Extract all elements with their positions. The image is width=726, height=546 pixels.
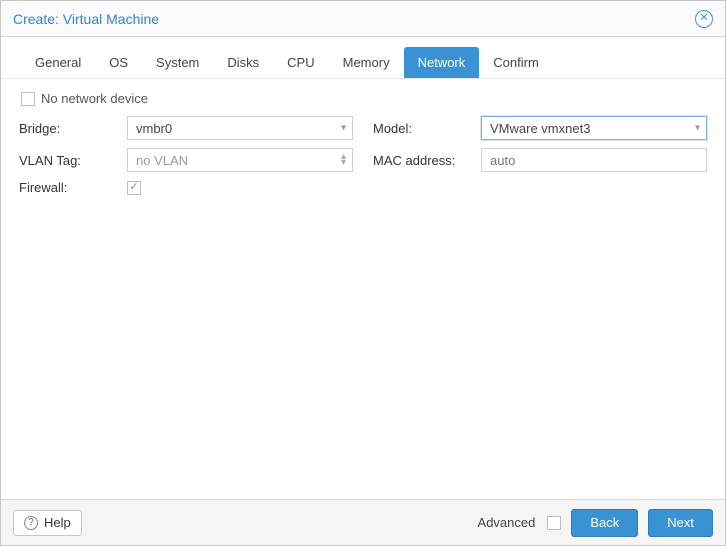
dialog-window: Create: Virtual Machine ✕ General OS Sys… xyxy=(0,0,726,546)
tab-cpu[interactable]: CPU xyxy=(273,47,328,78)
no-network-label: No network device xyxy=(41,91,148,106)
vlan-row: VLAN Tag: no VLAN ▴▾ xyxy=(19,148,353,172)
mac-label: MAC address: xyxy=(373,153,475,168)
tab-memory[interactable]: Memory xyxy=(329,47,404,78)
bridge-select[interactable]: vmbr0 ▾ xyxy=(127,116,353,140)
model-value: VMware vmxnet3 xyxy=(490,121,590,136)
footer: ? Help Advanced Back Next xyxy=(1,499,725,545)
next-button[interactable]: Next xyxy=(648,509,713,537)
advanced-label: Advanced xyxy=(478,515,536,530)
bridge-label: Bridge: xyxy=(19,121,121,136)
chevron-down-icon: ▾ xyxy=(341,123,346,134)
window-title: Create: Virtual Machine xyxy=(13,11,159,27)
advanced-checkbox[interactable] xyxy=(547,516,561,530)
vlan-placeholder: no VLAN xyxy=(136,153,188,168)
help-button[interactable]: ? Help xyxy=(13,510,82,536)
tab-content: No network device Bridge: vmbr0 ▾ VLAN T… xyxy=(1,79,725,499)
no-network-checkbox[interactable] xyxy=(21,92,35,106)
tab-network[interactable]: Network xyxy=(404,47,480,78)
model-select[interactable]: VMware vmxnet3 ▾ xyxy=(481,116,707,140)
tab-confirm[interactable]: Confirm xyxy=(479,47,553,78)
model-label: Model: xyxy=(373,121,475,136)
spinner-icon: ▴▾ xyxy=(341,154,346,166)
close-icon: ✕ xyxy=(699,13,708,24)
tab-system[interactable]: System xyxy=(142,47,213,78)
chevron-down-icon: ▾ xyxy=(695,123,700,134)
back-button[interactable]: Back xyxy=(571,509,638,537)
firewall-checkbox[interactable] xyxy=(127,181,141,195)
bridge-value: vmbr0 xyxy=(136,121,172,136)
vlan-input[interactable]: no VLAN ▴▾ xyxy=(127,148,353,172)
firewall-label: Firewall: xyxy=(19,180,121,195)
no-network-row: No network device xyxy=(19,91,707,106)
mac-row: MAC address: xyxy=(373,148,707,172)
mac-input[interactable] xyxy=(481,148,707,172)
titlebar: Create: Virtual Machine ✕ xyxy=(1,1,725,37)
mac-field[interactable] xyxy=(490,153,682,168)
back-label: Back xyxy=(590,515,619,530)
left-column: Bridge: vmbr0 ▾ VLAN Tag: no VLAN ▴▾ Fir… xyxy=(19,116,353,195)
help-icon: ? xyxy=(24,516,38,530)
tab-os[interactable]: OS xyxy=(95,47,142,78)
right-column: Model: VMware vmxnet3 ▾ MAC address: xyxy=(373,116,707,195)
form-grid: Bridge: vmbr0 ▾ VLAN Tag: no VLAN ▴▾ Fir… xyxy=(19,116,707,195)
close-button[interactable]: ✕ xyxy=(695,10,713,28)
tab-general[interactable]: General xyxy=(21,47,95,78)
tab-strip: General OS System Disks CPU Memory Netwo… xyxy=(1,37,725,79)
tab-disks[interactable]: Disks xyxy=(213,47,273,78)
help-label: Help xyxy=(44,515,71,530)
vlan-label: VLAN Tag: xyxy=(19,153,121,168)
bridge-row: Bridge: vmbr0 ▾ xyxy=(19,116,353,140)
firewall-row: Firewall: xyxy=(19,180,353,195)
model-row: Model: VMware vmxnet3 ▾ xyxy=(373,116,707,140)
next-label: Next xyxy=(667,515,694,530)
